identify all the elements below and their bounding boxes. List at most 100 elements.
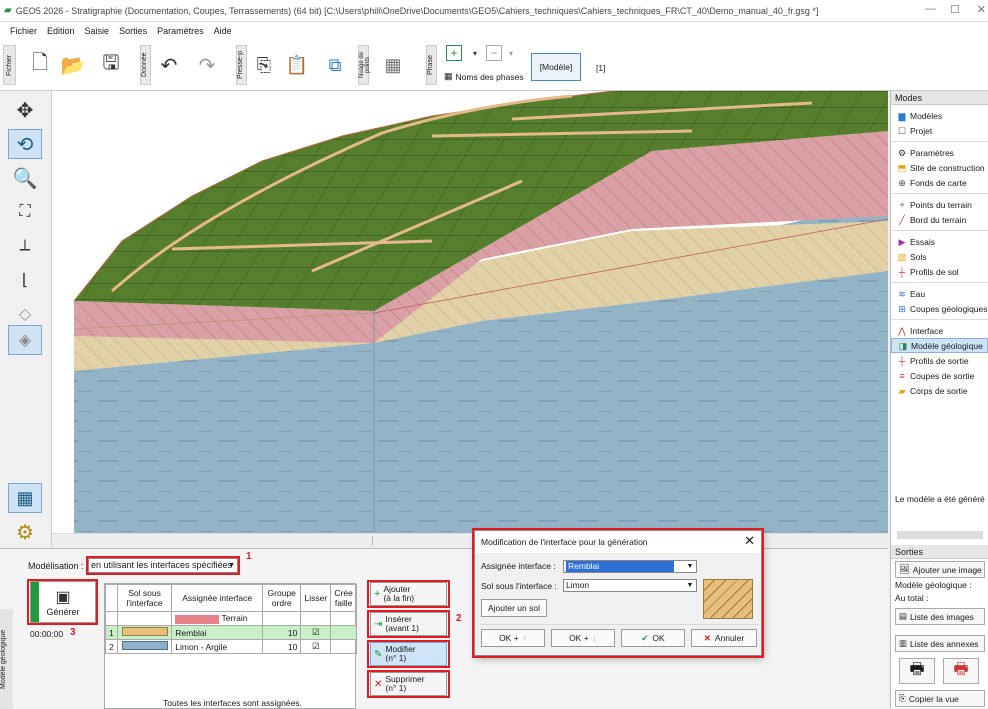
callout-box-1: [86, 556, 240, 575]
mode-item-label: Paramètres: [910, 147, 954, 158]
clipboard-copy-icon[interactable]: ⧉: [322, 51, 348, 79]
menu-saisie[interactable]: Saisie: [85, 26, 110, 36]
mode-item[interactable]: ≡ Coupes de sortie: [891, 368, 988, 383]
add-image-button[interactable]: 🖼 Ajouter une image: [895, 561, 985, 578]
interface-grid: Sol sous l'interface Assignée interface …: [105, 584, 357, 654]
modes-list: ▆ Modèles ☐ Projet ⚙ Paramètres ⬒ Site de const…: [891, 105, 988, 398]
menu-edition[interactable]: Edition: [47, 26, 75, 36]
point-cloud-icon[interactable]: ▦: [378, 51, 408, 79]
chevron-down-icon[interactable]: ▾: [470, 47, 480, 59]
phase-names-button[interactable]: ▦ Noms des phases: [444, 71, 524, 82]
mode-item[interactable]: ▰ Corps de sortie: [891, 383, 988, 398]
mode-item-label: Bord du terrain: [910, 214, 967, 225]
table-icon: ▦: [444, 71, 453, 81]
col-num: [105, 584, 118, 612]
mode-item[interactable]: ◨ Modèle géologique: [891, 338, 988, 353]
mode-separator: [891, 190, 988, 194]
smooth-checkbox[interactable]: ☑: [300, 625, 332, 640]
mode-item[interactable]: ⋀ Interface: [891, 323, 988, 338]
outputs-header: Sorties: [891, 545, 988, 559]
panel-side-label: Modèle géologique: [0, 609, 13, 709]
table-row[interactable]: Terrain: [105, 611, 357, 626]
chevron-down-icon[interactable]: ▾: [506, 47, 516, 59]
table-row[interactable]: 2 Limon - Argile 10 ☑: [105, 639, 357, 654]
settings-gear-icon[interactable]: ⚙: [8, 517, 42, 547]
soil-swatch: [121, 641, 168, 650]
mode-item-label: Sols: [910, 251, 927, 262]
app-icon: ▰: [4, 5, 12, 16]
mode-item[interactable]: ⚙ Paramètres: [891, 145, 988, 160]
site-icon: ⬒: [897, 162, 907, 173]
table-row[interactable]: 1 Remblai 10 ☑: [105, 625, 357, 640]
menu-sorties[interactable]: Sorties: [119, 26, 147, 36]
print-icon[interactable]: 🖶: [899, 658, 935, 684]
mode-item[interactable]: ⊞ Coupes géologiques: [891, 301, 988, 316]
left-toolbar: ✥ ⟲ 🔍 ⛶ ⟂ ⌊ ◇ ◈ ▦ ⚙: [0, 91, 52, 548]
geo-model-icon: ◨: [898, 340, 908, 351]
col-group: Groupe ordre: [262, 584, 302, 612]
add-phase-icon[interactable]: +: [446, 45, 462, 61]
save-icon[interactable]: 🖫: [98, 51, 124, 79]
mode-item-label: Interface: [910, 325, 944, 336]
menu-fichier[interactable]: Fichier: [10, 26, 37, 36]
table-view-icon[interactable]: ▦: [8, 483, 42, 513]
print-export-icon[interactable]: 🖶: [943, 658, 979, 684]
redo-icon[interactable]: ↷: [194, 51, 220, 79]
copy-view-button[interactable]: ⎘ Copier la vue: [895, 690, 985, 707]
list-images-button[interactable]: ▤ Liste des images: [895, 608, 985, 625]
maximize-button[interactable]: ☐: [950, 3, 960, 16]
close-button[interactable]: ✕: [977, 3, 986, 16]
axes-2d-icon[interactable]: ⌊: [8, 265, 42, 295]
menu-aide[interactable]: Aide: [214, 26, 232, 36]
mode-item[interactable]: ⬒ Site de construction: [891, 160, 988, 175]
mode-item[interactable]: ☐ Projet: [891, 123, 988, 138]
menu-parametres[interactable]: Paramètres: [157, 26, 204, 36]
mode-item[interactable]: ⌖ Points du terrain: [891, 197, 988, 212]
mode-item-label: Essais: [910, 236, 936, 247]
file-group-label: Fichier: [3, 45, 16, 85]
tab-stage-1[interactable]: [1]: [596, 63, 605, 73]
status-message: Le modèle a été généré: [895, 494, 985, 504]
remove-phase-icon[interactable]: −: [486, 45, 502, 61]
mode-item-label: Points du terrain: [910, 199, 972, 210]
mode-item-label: Profils de sol: [910, 266, 959, 277]
rotate-icon[interactable]: ⟲: [8, 129, 42, 159]
undo-icon[interactable]: ↶: [156, 51, 182, 79]
pan-icon[interactable]: ✥: [8, 95, 42, 125]
zoom-window-icon[interactable]: 🔍: [8, 163, 42, 193]
terrain-swatch: [175, 614, 220, 624]
mode-item[interactable]: ⊕ Fonds de carte: [891, 175, 988, 190]
mode-item[interactable]: ▧ Sols: [891, 249, 988, 264]
axes-3d-icon[interactable]: ⟂: [8, 231, 42, 261]
dialog-callout-box: [472, 528, 764, 658]
mode-item[interactable]: ≋ Eau: [891, 286, 988, 301]
minimize-button[interactable]: —: [925, 3, 936, 15]
copy-icon[interactable]: ⎘: [252, 51, 276, 79]
mode-item[interactable]: ▶ Essais: [891, 234, 988, 249]
mode-item-label: Profils de sortie: [910, 355, 969, 366]
mode-item[interactable]: ┼ Profils de sol: [891, 264, 988, 279]
paste-icon[interactable]: 📋: [284, 51, 310, 79]
list-annexes-button[interactable]: ▥ Liste des annexes: [895, 635, 985, 652]
smooth-checkbox[interactable]: ☑: [300, 639, 332, 654]
open-file-icon[interactable]: 📂: [60, 51, 86, 79]
scroll-thumb[interactable]: [372, 536, 382, 546]
solid-view-icon[interactable]: ◈: [8, 325, 42, 355]
3d-viewport[interactable]: [52, 91, 888, 533]
panel-scrollbar[interactable]: [897, 531, 983, 539]
interface-name: Remblai: [171, 625, 264, 640]
total-label: Au total :: [895, 593, 929, 603]
list-annexes-label: Liste des annexes: [910, 638, 979, 649]
interface-name: Limon - Argile: [171, 639, 264, 654]
mode-item[interactable]: ┼ Profils de sortie: [891, 353, 988, 368]
mode-item-label: Modèle géologique: [911, 340, 983, 351]
geological-model-render: [73, 91, 888, 533]
tab-model[interactable]: [Modèle]: [531, 53, 581, 81]
mode-item[interactable]: ▆ Modèles: [891, 108, 988, 123]
output-bodies-icon: ▰: [898, 385, 906, 396]
mode-item[interactable]: ╱ Bord du terrain: [891, 212, 988, 227]
mode-separator: [891, 138, 988, 142]
new-file-icon[interactable]: 🗋: [30, 51, 50, 79]
fit-view-icon[interactable]: ⛶: [8, 197, 42, 227]
phase-names-label: Noms des phases: [455, 71, 524, 82]
